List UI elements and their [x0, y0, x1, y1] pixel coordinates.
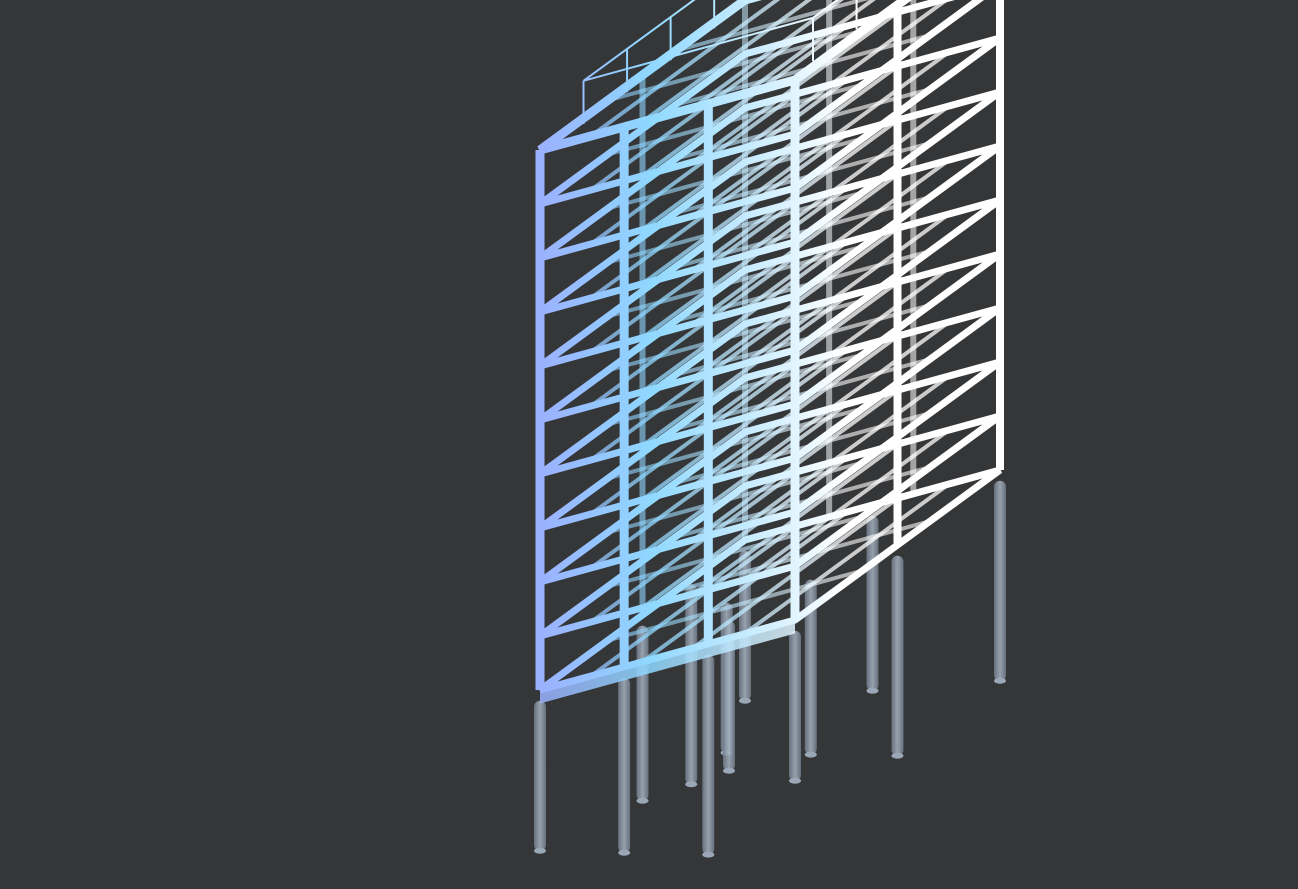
pile	[702, 654, 715, 855]
pile	[636, 625, 649, 801]
pile-end	[994, 677, 1006, 684]
structural-model-render[interactable]	[0, 0, 1298, 889]
pile-end	[702, 851, 715, 858]
pile	[891, 555, 904, 756]
pile	[994, 480, 1006, 681]
pile	[618, 677, 631, 853]
pile-end	[685, 781, 698, 788]
pile-end	[618, 849, 631, 856]
pile-end	[723, 767, 735, 774]
pile-end	[534, 847, 546, 854]
pile	[534, 700, 546, 851]
pile-end	[789, 777, 801, 784]
pile	[685, 584, 698, 785]
pile-end	[739, 697, 751, 704]
pile-end	[866, 687, 879, 694]
pile-end	[636, 797, 649, 804]
pile	[789, 630, 801, 781]
3d-viewport[interactable]	[0, 0, 1298, 889]
pile-end	[891, 752, 904, 759]
floor-slabs	[537, 0, 1003, 694]
pile-end	[804, 751, 817, 758]
